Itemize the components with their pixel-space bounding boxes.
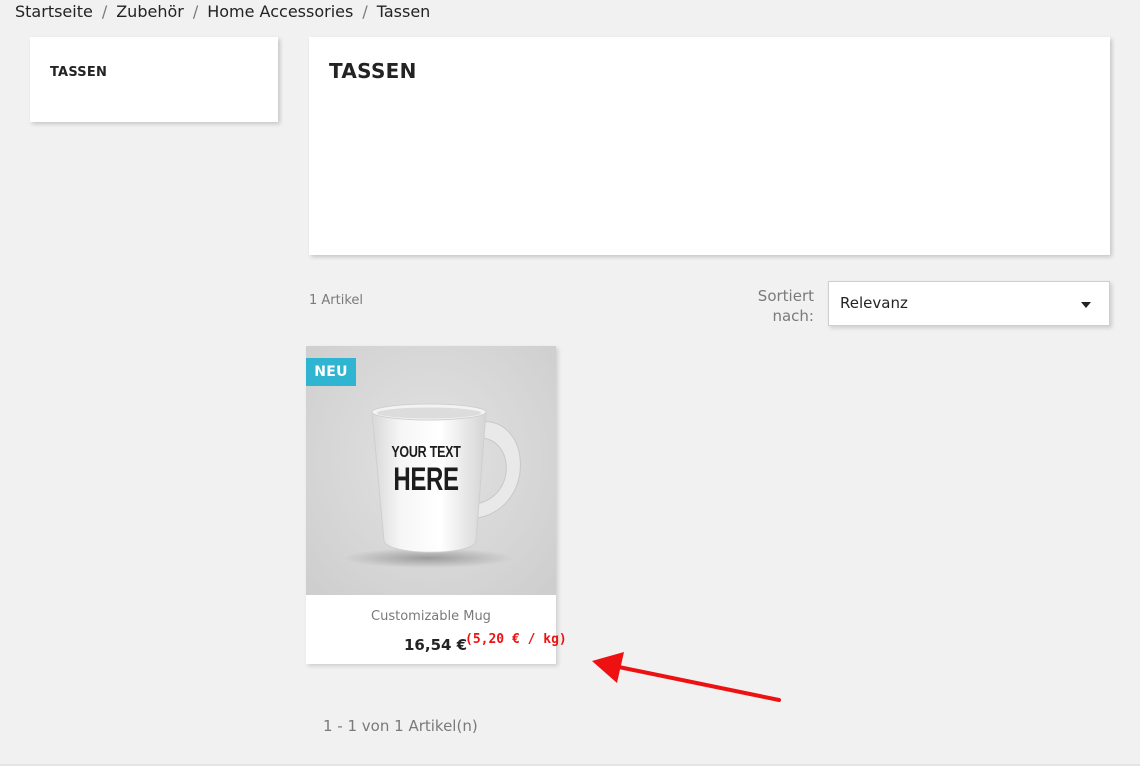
breadcrumb-separator: / — [362, 2, 368, 21]
product-price: 16,54 € — [404, 636, 468, 654]
category-header: TASSEN — [309, 37, 1110, 255]
sort-label: Sortiert nach: — [757, 287, 814, 325]
breadcrumb-separator: / — [192, 2, 199, 21]
breadcrumb-home-accessories[interactable]: Home Accessories — [207, 2, 353, 21]
breadcrumb: Startseite / Zubehör / Home Accessories … — [15, 2, 430, 21]
mug-inside — [377, 407, 481, 419]
product-title[interactable]: Customizable Mug — [306, 609, 556, 624]
product-image[interactable]: YOUR TEXT HERE NEU — [306, 346, 556, 595]
arrow-head — [592, 652, 624, 683]
breadcrumb-home[interactable]: Startseite — [15, 2, 93, 21]
sidebar-category-block: TASSEN — [30, 37, 278, 122]
sort-selected-value: Relevanz — [840, 294, 908, 312]
mug-text-line2: HERE — [393, 461, 459, 497]
product-card[interactable]: YOUR TEXT HERE NEU Customizable Mug 16,5… — [306, 346, 567, 664]
caret-down-icon — [1081, 302, 1091, 308]
breadcrumb-tassen[interactable]: Tassen — [377, 2, 431, 21]
product-count: 1 Artikel — [309, 293, 364, 308]
pagination-summary: 1 - 1 von 1 Artikel(n) — [323, 717, 478, 735]
new-badge: NEU — [306, 358, 356, 386]
page: Startseite / Zubehör / Home Accessories … — [0, 0, 1140, 766]
breadcrumb-separator: / — [101, 2, 108, 21]
mug-print-text: YOUR TEXT HERE — [378, 444, 474, 496]
arrow-shaft — [612, 664, 781, 702]
sort-select[interactable]: Relevanz — [828, 281, 1110, 326]
page-title: TASSEN — [329, 59, 417, 83]
sidebar-category-title[interactable]: TASSEN — [50, 65, 107, 80]
mug-text-line1: YOUR TEXT — [391, 444, 461, 461]
breadcrumb-zubehoer[interactable]: Zubehör — [116, 2, 184, 21]
unit-price: (5,20 € / kg) — [465, 632, 567, 647]
